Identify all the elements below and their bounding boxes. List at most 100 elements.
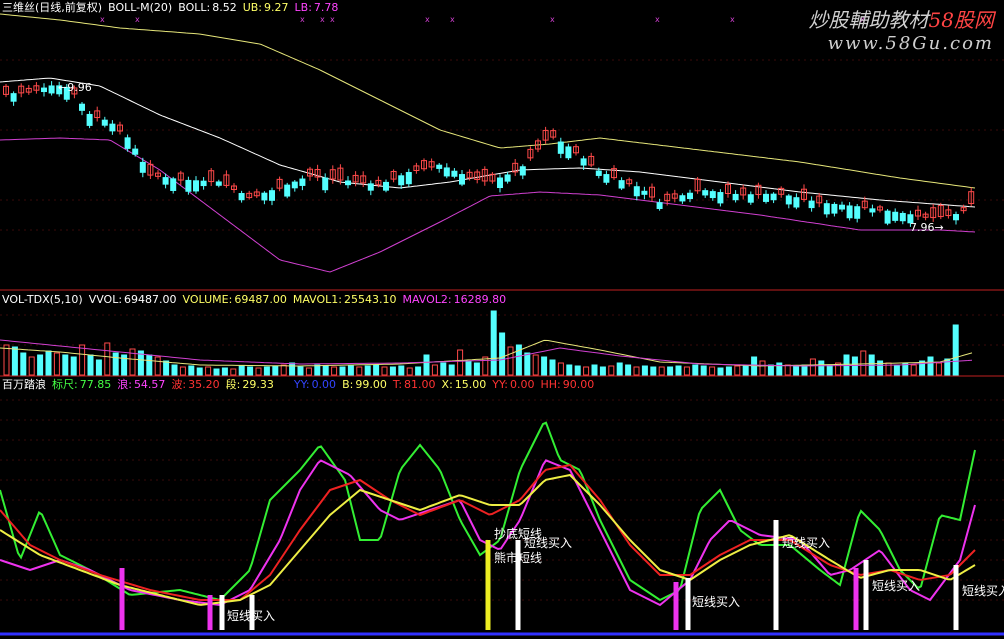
volume-bar (230, 368, 237, 376)
chart-canvas[interactable]: xxxxxxxxxxx ←9.967.96→短线买入短线买入短线买入短线买入短线… (0, 0, 1004, 639)
volume-bar (163, 360, 170, 376)
candle-body (291, 181, 298, 189)
volume-bar (784, 364, 791, 376)
volume-bar (465, 360, 472, 376)
x-label: X: (441, 378, 453, 391)
stock-name: 三维丝(日线,前复权) (2, 1, 103, 14)
volume-bar (860, 350, 867, 376)
top-marker: x (100, 15, 105, 24)
volume-bar (347, 365, 354, 376)
volume-bar (818, 360, 825, 376)
volume-bar (482, 356, 489, 376)
volume-bar (759, 360, 766, 376)
volume-bar (364, 365, 371, 376)
candle-body (679, 195, 686, 202)
signal-bar (953, 565, 959, 630)
duan-label: 段: (225, 378, 241, 391)
mavol2-label: MAVOL2: (402, 293, 452, 306)
candle-body (79, 103, 85, 111)
yy2-label: YY: (492, 378, 508, 391)
volume-bar (62, 354, 69, 376)
candle-body (839, 204, 845, 210)
volume-bar (389, 366, 396, 376)
volume-bar (910, 364, 917, 376)
candle-body (284, 184, 291, 197)
signal-bar (119, 568, 125, 630)
candle-body (595, 170, 602, 176)
low-price-label: 7.96→ (910, 221, 944, 234)
volume-bar (532, 354, 539, 376)
volume-bar (205, 366, 212, 376)
candle-body (899, 212, 906, 222)
volume-value: 69487.00 (234, 293, 287, 306)
volume-bar (742, 364, 749, 376)
candle-body (41, 87, 47, 93)
candle-body (565, 146, 572, 159)
top-signal-label: 熊市短线 (494, 550, 542, 565)
volume-bar (238, 365, 245, 376)
buy-signal-label: 短线买入 (782, 536, 830, 550)
candle-body (785, 195, 792, 205)
wave-name: 百万踏浪 (2, 378, 46, 391)
volume-bar (851, 356, 858, 376)
b-value: 99.00 (355, 378, 387, 391)
watermark-url: www.58Gu.com (827, 33, 994, 54)
volume-bar (507, 346, 514, 376)
bo-value: 35.20 (188, 378, 220, 391)
volume-bar (431, 364, 438, 376)
bottom-signal-label: 抄底短线 (494, 526, 542, 541)
candle-body (124, 137, 131, 149)
candle-body (763, 193, 769, 202)
candle-body (200, 180, 207, 187)
candle-body (846, 205, 853, 219)
volume-bar (53, 352, 60, 376)
volume-bar (339, 366, 346, 376)
vol-name: VOL-TDX(5,10) (2, 293, 83, 306)
candle-body (162, 177, 169, 185)
volume-bar (331, 366, 338, 376)
candle-body (854, 206, 861, 219)
candle-body (953, 214, 959, 221)
volume-bar (45, 350, 52, 376)
volume-bar (490, 310, 497, 376)
watermark: 炒股輔助教材58股网 www.58Gu.com (809, 4, 994, 54)
volume-bar (776, 362, 783, 376)
candle-body (367, 183, 374, 191)
high-price-label: ←9.96 (58, 81, 92, 94)
watermark-text: 炒股輔助教材 (808, 8, 929, 32)
bo-label: 波: (171, 378, 187, 391)
volume-bar (381, 366, 388, 376)
top-marker: x (135, 15, 140, 24)
volume-bar (95, 359, 102, 376)
top-marker: x (330, 15, 335, 24)
signal-bar (673, 582, 679, 630)
candle-body (557, 141, 564, 154)
candle-body (633, 186, 640, 197)
candle-body (383, 181, 389, 191)
volume-bar (583, 366, 590, 376)
volume-bar (171, 364, 178, 376)
candle-body (451, 170, 458, 177)
volume-bar (20, 352, 27, 376)
buy-signal-label: 短线买入 (692, 595, 740, 609)
candle-body (892, 211, 899, 221)
boll-label: BOLL: (178, 1, 211, 14)
signal-bar (207, 595, 213, 630)
volume-bar (616, 362, 623, 376)
top-marker: x (450, 15, 455, 24)
volume-label: VOLUME: (182, 293, 233, 306)
signal-bar (773, 520, 779, 630)
wave-panel-header: 百万踏浪 标尺: 77.85 浪: 54.57 波: 35.20 段: 29.33 YY: 0.00… (2, 378, 600, 391)
volume-bar (11, 346, 18, 376)
candle-body (139, 161, 146, 173)
ub-value: 9.27 (264, 1, 289, 14)
volume-bar (3, 344, 10, 376)
volume-bar (272, 365, 279, 376)
volume-bar (457, 349, 464, 376)
candle-body (869, 208, 876, 213)
lb-label: LB: (294, 1, 312, 14)
volume-bar (549, 359, 556, 376)
volume-bar (28, 356, 35, 376)
yy2-value: 0.00 (509, 378, 535, 391)
mavol2-line (0, 339, 973, 367)
